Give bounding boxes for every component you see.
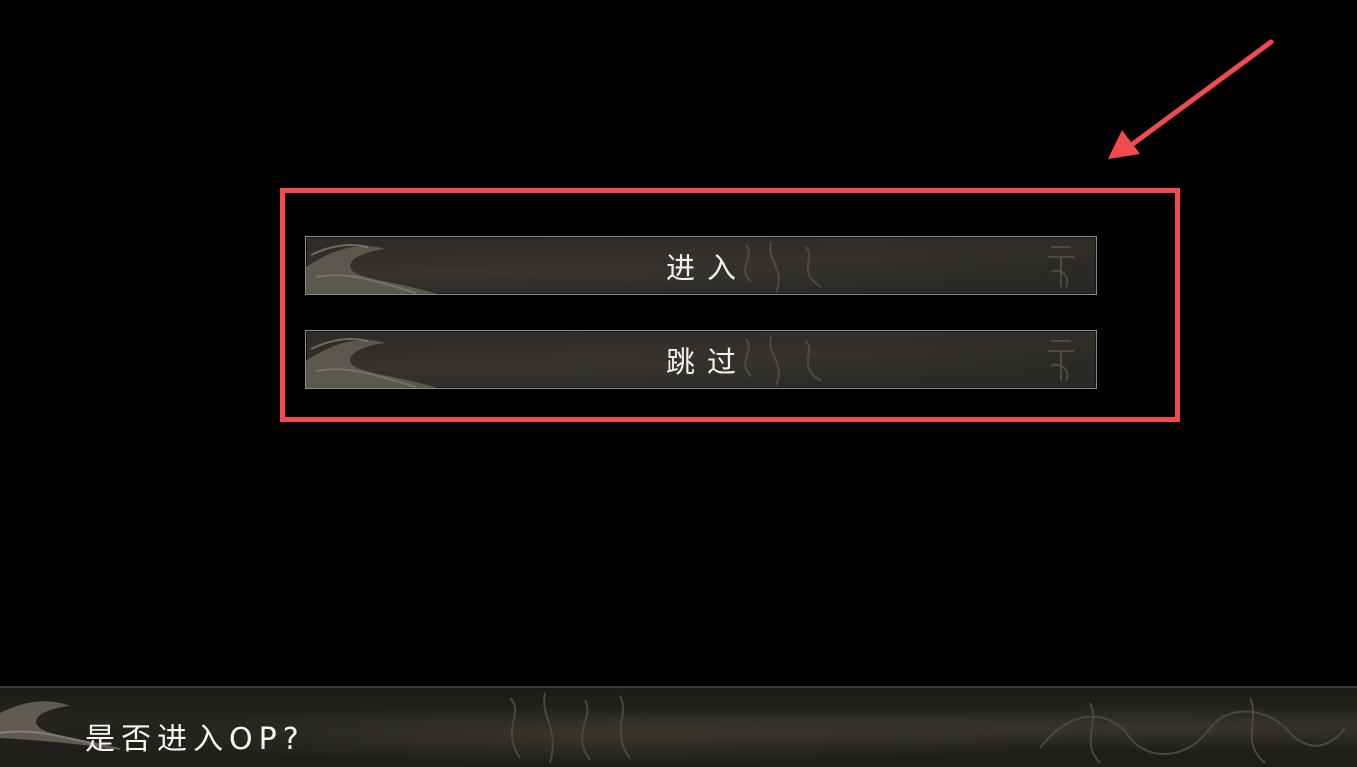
highlight-box (280, 188, 1180, 422)
calligraphy-decor-icon (509, 692, 631, 764)
dialog-prompt: 是否进入OP? (85, 722, 305, 757)
dialog-bar: 是否进入OP? (0, 686, 1357, 767)
game-screen: 进入 跳过 是否进入OP? (0, 0, 1357, 767)
calligraphy-decor-icon (1039, 697, 1346, 764)
